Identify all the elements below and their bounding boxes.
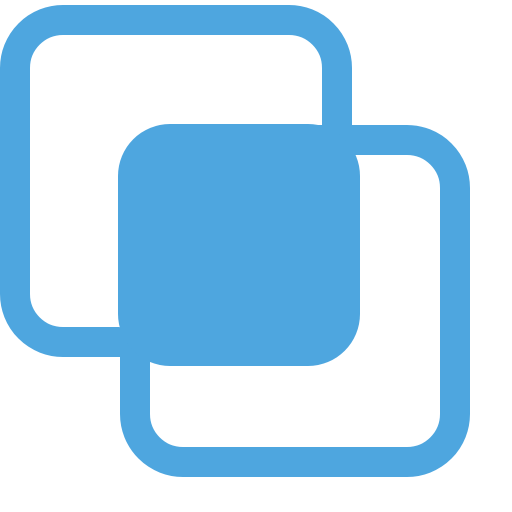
overlapping-squares-icon: [0, 5, 470, 477]
overlap-filled-square: [118, 124, 360, 366]
icon-canvas: [0, 0, 512, 512]
